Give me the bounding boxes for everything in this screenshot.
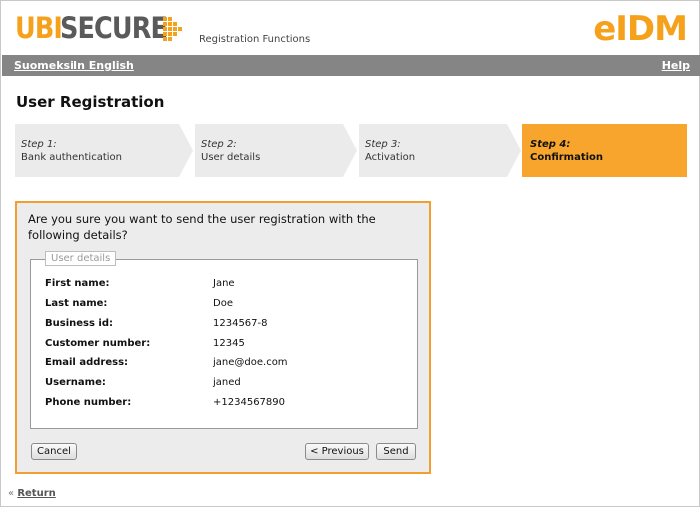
detail-label: First name: bbox=[45, 278, 110, 289]
step-label: User details bbox=[201, 152, 261, 163]
detail-value: jane@doe.com bbox=[213, 357, 288, 368]
confirmation-question: Are you sure you want to send the user r… bbox=[28, 212, 376, 242]
detail-value: 12345 bbox=[213, 338, 245, 349]
detail-label: Business id: bbox=[45, 318, 113, 329]
step-number: Step 2: bbox=[201, 139, 237, 150]
help-link[interactable]: Help bbox=[662, 59, 690, 72]
detail-row-business-id: Business id: 1234567-8 bbox=[45, 318, 405, 332]
detail-row-email: Email address: jane@doe.com bbox=[45, 357, 405, 371]
product-logo: eIDM bbox=[593, 9, 688, 49]
detail-value: 1234567-8 bbox=[213, 318, 268, 329]
return-arrow-icon: « bbox=[8, 488, 15, 499]
detail-value: Doe bbox=[213, 298, 233, 309]
page-frame: UBI SECURE Registration Functions eIDM S… bbox=[0, 0, 700, 507]
step-3: Step 3: Activation bbox=[359, 124, 521, 177]
confirmation-panel: Are you sure you want to send the user r… bbox=[15, 201, 431, 474]
page-title: User Registration bbox=[16, 93, 165, 111]
detail-label: Username: bbox=[45, 377, 106, 388]
step-number: Step 1: bbox=[21, 139, 57, 150]
detail-row-last-name: Last name: Doe bbox=[45, 298, 405, 312]
detail-label: Phone number: bbox=[45, 397, 132, 408]
step-number: Step 4: bbox=[530, 139, 571, 150]
send-button[interactable]: Send bbox=[376, 443, 416, 460]
lang-english-link[interactable]: In English bbox=[73, 59, 134, 72]
nav-bar: Suomeksi In English Help bbox=[2, 55, 700, 76]
detail-row-phone: Phone number: +1234567890 bbox=[45, 397, 405, 411]
step-label: Bank authentication bbox=[21, 152, 122, 163]
step-label: Activation bbox=[365, 152, 416, 163]
previous-button[interactable]: < Previous bbox=[305, 443, 369, 460]
detail-value: +1234567890 bbox=[213, 397, 286, 408]
detail-value: janed bbox=[213, 377, 241, 388]
cancel-button[interactable]: Cancel bbox=[31, 443, 77, 460]
detail-value: Jane bbox=[213, 278, 235, 289]
detail-row-username: Username: janed bbox=[45, 377, 405, 391]
step-2: Step 2: User details bbox=[195, 124, 357, 177]
user-details-fieldset: User details First name: Jane Last name:… bbox=[30, 251, 418, 429]
return-link[interactable]: Return bbox=[17, 488, 55, 499]
detail-label: Email address: bbox=[45, 357, 129, 368]
ubisecure-logo: UBI SECURE bbox=[15, 11, 182, 45]
detail-label: Customer number: bbox=[45, 338, 151, 349]
logo-arrow-icon bbox=[163, 17, 182, 41]
logo-text-secure: SECURE bbox=[60, 11, 168, 45]
detail-row-first-name: First name: Jane bbox=[45, 278, 405, 292]
detail-row-customer-number: Customer number: 12345 bbox=[45, 338, 405, 352]
lang-finnish-link[interactable]: Suomeksi bbox=[14, 59, 74, 72]
step-number: Step 3: bbox=[365, 139, 401, 150]
header: UBI SECURE Registration Functions eIDM bbox=[1, 1, 700, 55]
detail-label: Last name: bbox=[45, 298, 108, 309]
logo-text-ubi: UBI bbox=[15, 11, 63, 45]
step-4-active: Step 4: Confirmation bbox=[522, 124, 687, 177]
return-nav: « Return bbox=[8, 488, 56, 499]
step-1: Step 1: Bank authentication bbox=[15, 124, 193, 177]
header-subtitle: Registration Functions bbox=[199, 34, 311, 45]
fieldset-legend: User details bbox=[45, 251, 117, 266]
step-label: Confirmation bbox=[530, 152, 604, 163]
